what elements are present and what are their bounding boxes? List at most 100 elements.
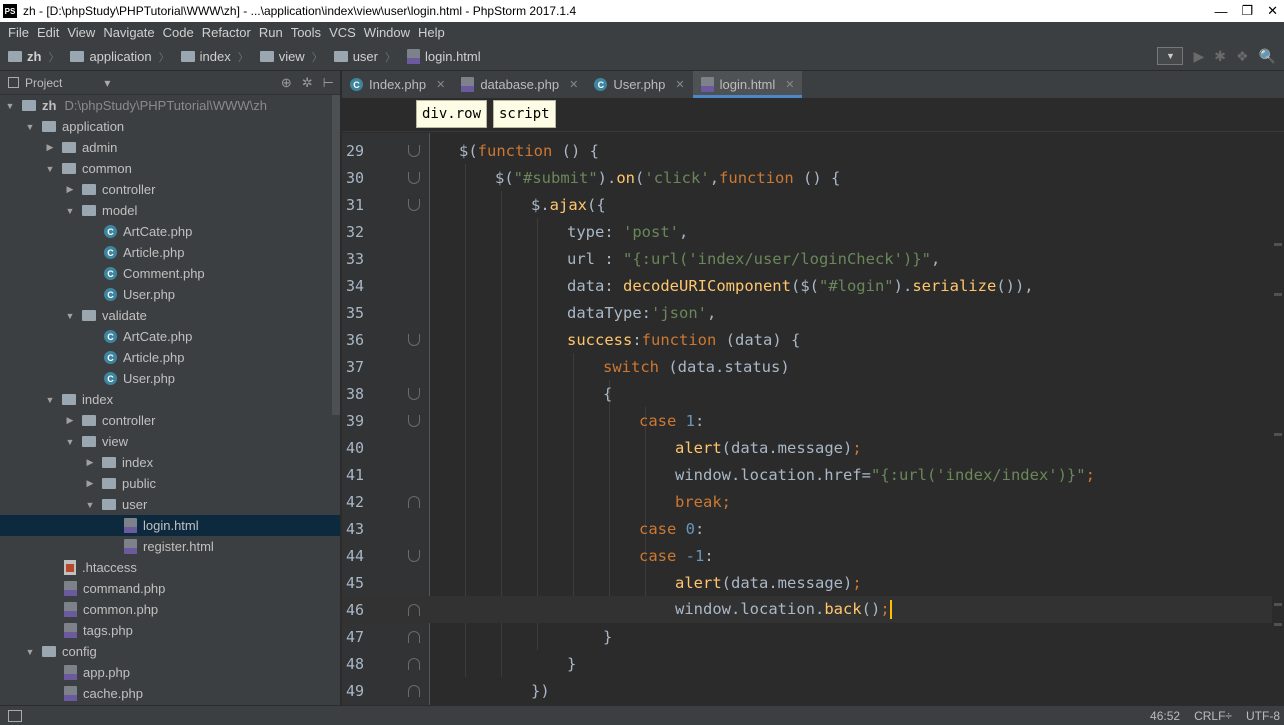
close-tab-icon[interactable]: ✕ — [569, 78, 578, 91]
menu-tools[interactable]: Tools — [287, 25, 325, 40]
menu-file[interactable]: File — [4, 25, 33, 40]
code-line[interactable]: 37 switch (data.status) — [342, 353, 1284, 380]
expanded-arrow-icon[interactable]: ▼ — [44, 395, 56, 405]
tree-item-comment-php[interactable]: C Comment.php — [0, 263, 340, 284]
caret-position[interactable]: 46:52 — [1150, 709, 1180, 723]
code-line[interactable]: 30 $("#submit").on('click',function () { — [342, 164, 1284, 191]
tree-item-config[interactable]: ▼ config — [0, 641, 340, 662]
coverage-icon[interactable]: ❖ — [1236, 48, 1249, 65]
code-line[interactable]: 47} — [342, 623, 1284, 650]
code-line[interactable]: 35 dataType:'json', — [342, 299, 1284, 326]
code-line[interactable]: 44 case -1: — [342, 542, 1284, 569]
project-view-dropdown-icon[interactable]: ▾ — [104, 76, 110, 90]
close-tab-icon[interactable]: ✕ — [436, 78, 445, 91]
hide-panel-icon[interactable]: ⊢ — [323, 75, 334, 91]
editor-scrollbar[interactable] — [1272, 133, 1284, 705]
tree-item-application[interactable]: ▼ application — [0, 116, 340, 137]
tab-user-php[interactable]: C User.php ✕ — [586, 71, 692, 98]
menu-help[interactable]: Help — [414, 25, 449, 40]
fold-end-icon[interactable] — [408, 603, 420, 616]
expanded-arrow-icon[interactable]: ▼ — [64, 437, 76, 447]
expanded-arrow-icon[interactable]: ▼ — [24, 647, 36, 657]
run-configuration-dropdown[interactable]: ▼ — [1157, 47, 1184, 65]
minimize-button[interactable]: — — [1214, 4, 1227, 19]
menu-vcs[interactable]: VCS — [325, 25, 360, 40]
code-line[interactable]: 45 alert(data.message); — [342, 569, 1284, 596]
code-line[interactable]: 39 case 1: — [342, 407, 1284, 434]
fold-start-icon[interactable] — [408, 171, 420, 184]
project-view-title[interactable]: Project — [25, 76, 62, 90]
breadcrumb-item-index[interactable]: index — [200, 49, 231, 64]
fold-start-icon[interactable] — [408, 414, 420, 427]
tab-login-html[interactable]: login.html ✕ — [692, 71, 803, 98]
tree-item-common-php[interactable]: common.php — [0, 599, 340, 620]
code-line[interactable]: 43 case 0: — [342, 515, 1284, 542]
menu-refactor[interactable]: Refactor — [198, 25, 255, 40]
code-line[interactable]: 38 { — [342, 380, 1284, 407]
tree-item-index[interactable]: ▼ index — [0, 389, 340, 410]
code-line[interactable]: 31 $.ajax({ — [342, 191, 1284, 218]
tree-item-index[interactable]: ▶ index — [0, 452, 340, 473]
tree-item-article-php[interactable]: C Article.php — [0, 347, 340, 368]
fold-start-icon[interactable] — [408, 333, 420, 346]
fold-start-icon[interactable] — [408, 198, 420, 211]
breadcrumb-item-zh[interactable]: zh — [27, 49, 41, 64]
menu-window[interactable]: Window — [360, 25, 414, 40]
fold-start-icon[interactable] — [408, 387, 420, 400]
line-separator[interactable]: CRLF÷ — [1194, 709, 1232, 723]
tree-item-user-php[interactable]: C User.php — [0, 368, 340, 389]
code-line[interactable]: 46 window.location.back(); — [342, 596, 1284, 623]
breadcrumb-item-user[interactable]: user — [353, 49, 378, 64]
breadcrumb-chip-div-row[interactable]: div.row — [416, 100, 488, 128]
close-tab-icon[interactable]: ✕ — [675, 78, 684, 91]
expanded-arrow-icon[interactable]: ▼ — [4, 101, 16, 111]
tree-item-controller[interactable]: ▶ controller — [0, 410, 340, 431]
expanded-arrow-icon[interactable]: ▼ — [44, 164, 56, 174]
fold-start-icon[interactable] — [408, 549, 420, 562]
tree-item-cache-php[interactable]: cache.php — [0, 683, 340, 704]
breadcrumb-chip-script[interactable]: script — [493, 100, 556, 128]
tab-index-php[interactable]: C Index.php ✕ — [342, 71, 453, 98]
tree-item-validate[interactable]: ▼ validate — [0, 305, 340, 326]
code-line[interactable]: 48} — [342, 650, 1284, 677]
expanded-arrow-icon[interactable]: ▼ — [84, 500, 96, 510]
code-line[interactable]: 42 break; — [342, 488, 1284, 515]
search-icon[interactable]: 🔍 — [1259, 48, 1276, 65]
tree-item-tags-php[interactable]: tags.php — [0, 620, 340, 641]
tree-item-zh[interactable]: ▼ zh D:\phpStudy\PHPTutorial\WWW\zh — [0, 95, 340, 116]
tool-windows-icon[interactable] — [8, 709, 22, 722]
code-line[interactable]: 32 type: 'post', — [342, 218, 1284, 245]
maximize-button[interactable]: ❐ — [1241, 3, 1253, 19]
scroll-from-source-icon[interactable]: ⊕ — [281, 75, 292, 91]
code-line[interactable]: 40 alert(data.message); — [342, 434, 1284, 461]
fold-end-icon[interactable] — [408, 657, 420, 670]
tree-item-htaccess[interactable]: .htaccess — [0, 557, 340, 578]
tree-item-admin[interactable]: ▶ admin — [0, 137, 340, 158]
expanded-arrow-icon[interactable]: ▼ — [24, 122, 36, 132]
expanded-arrow-icon[interactable]: ▼ — [64, 206, 76, 216]
project-scrollbar[interactable] — [332, 95, 340, 415]
breadcrumb-item-view[interactable]: view — [279, 49, 305, 64]
fold-end-icon[interactable] — [408, 684, 420, 697]
menu-code[interactable]: Code — [159, 25, 198, 40]
tree-item-artcate-php[interactable]: C ArtCate.php — [0, 221, 340, 242]
file-encoding[interactable]: UTF-8 — [1246, 709, 1280, 723]
menu-view[interactable]: View — [63, 25, 99, 40]
run-icon[interactable]: ▶ — [1193, 48, 1204, 65]
tree-item-model[interactable]: ▼ model — [0, 200, 340, 221]
code-line[interactable]: 33 url : "{:url('index/user/loginCheck')}… — [342, 245, 1284, 272]
tree-item-user[interactable]: ▼ user — [0, 494, 340, 515]
collapsed-arrow-icon[interactable]: ▶ — [64, 184, 76, 195]
collapsed-arrow-icon[interactable]: ▶ — [44, 142, 56, 153]
menu-navigate[interactable]: Navigate — [99, 25, 158, 40]
collapsed-arrow-icon[interactable]: ▶ — [64, 415, 76, 426]
menu-edit[interactable]: Edit — [33, 25, 63, 40]
fold-end-icon[interactable] — [408, 495, 420, 508]
tree-item-user-php[interactable]: C User.php — [0, 284, 340, 305]
expanded-arrow-icon[interactable]: ▼ — [64, 311, 76, 321]
code-line[interactable]: 36 success:function (data) { — [342, 326, 1284, 353]
fold-start-icon[interactable] — [408, 144, 420, 157]
code-line[interactable]: 29 $(function () { — [342, 137, 1284, 164]
tree-item-article-php[interactable]: C Article.php — [0, 242, 340, 263]
collapsed-arrow-icon[interactable]: ▶ — [84, 457, 96, 468]
